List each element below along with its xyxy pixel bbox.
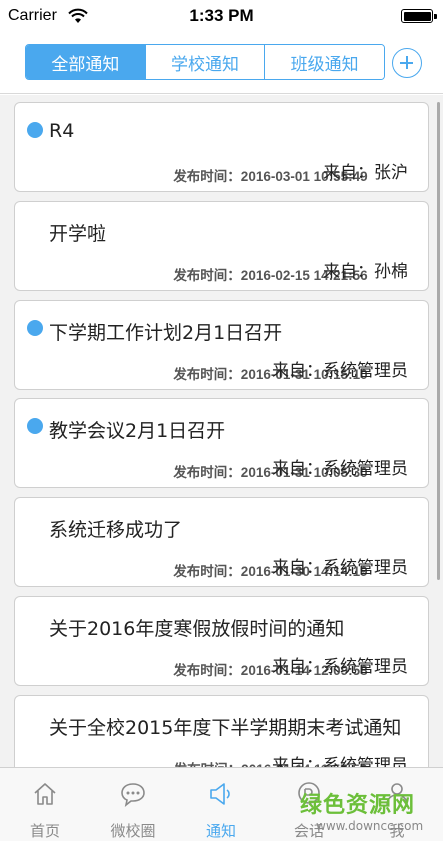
add-notice-button[interactable]: [392, 48, 422, 78]
notification-list[interactable]: R4 发布时间：2016-03-01 10:55:49 来自：张沪 开学啦 发布时间：2…: [0, 95, 443, 767]
scrollbar[interactable]: [437, 102, 440, 580]
tab-speaker[interactable]: 通知: [176, 768, 266, 841]
notification-title: 关于全校2015年度下半学期期末考试通知: [49, 717, 402, 739]
notification-sender: 来自：张沪: [323, 163, 408, 183]
tab-label: 通知: [205, 822, 236, 840]
notification-title: R4: [49, 120, 75, 142]
clock: 1:33 PM: [189, 6, 254, 25]
notification-title: 关于2016年度寒假放假时间的通知: [49, 618, 345, 640]
notification-card[interactable]: 系统迁移成功了 发布时间：2016-01-30 14:14:19 来自：系统管理员: [14, 497, 429, 587]
segment-tab-1[interactable]: 学校通知: [145, 45, 266, 79]
notification-card[interactable]: 下学期工作计划2月1日召开 发布时间：2016-01-31 10:15:10 来自：…: [14, 300, 429, 390]
notification-title: 系统迁移成功了: [49, 519, 183, 541]
status-bar: Carrier 1:33 PM: [0, 0, 443, 32]
notification-card[interactable]: 教学会议2月1日召开 发布时间：2016-01-31 10:05:30 来自：系统管…: [14, 398, 429, 488]
notification-title: 开学啦: [49, 223, 107, 245]
tab-chat-bubble[interactable]: 微校圈: [88, 768, 178, 841]
notification-sender: 来自：系统管理员: [272, 459, 408, 479]
battery-icon: [401, 9, 437, 23]
notification-card[interactable]: R4 发布时间：2016-03-01 10:55:49 来自：张沪: [14, 102, 429, 192]
notification-sender: 来自：系统管理员: [272, 361, 408, 381]
notification-sender: 来自：系统管理员: [272, 558, 408, 578]
watermark-url: www.downcc.com: [316, 819, 424, 833]
watermark: 绿色资源网 www.downcc.com: [300, 787, 440, 837]
tab-label: 首页: [29, 822, 60, 840]
notification-title: 下学期工作计划2月1日召开: [49, 322, 283, 344]
unread-dot-icon: [27, 320, 43, 336]
notice-filter-segmented-control: 全部通知 学校通知 班级通知: [25, 44, 385, 80]
tab-label: 微校圈: [110, 822, 156, 840]
notification-title: 教学会议2月1日召开: [49, 420, 226, 442]
speaker-icon: [207, 780, 235, 808]
notification-card[interactable]: 开学啦 发布时间：2016-02-15 14:21:56 来自：孙棉: [14, 201, 429, 291]
chat-bubble-icon: [119, 780, 147, 808]
notification-card[interactable]: 关于全校2015年度下半学期期末考试通知发布时间：2016-01-14 11:5…: [14, 695, 429, 767]
segment-tab-2[interactable]: 班级通知: [265, 45, 384, 79]
home-icon: [31, 780, 59, 808]
unread-dot-icon: [27, 418, 43, 434]
nav-bar: 全部通知 学校通知 班级通知: [0, 32, 443, 94]
notification-sender: 来自：孙棉: [323, 262, 408, 282]
notification-card[interactable]: 关于2016年度寒假放假时间的通知 发布时间：2016-01-14 12:09:5…: [14, 596, 429, 686]
tab-home[interactable]: 首页: [0, 768, 90, 841]
notification-sender: 来自：系统管理员: [272, 756, 408, 767]
unread-dot-icon: [27, 122, 43, 138]
notification-sender: 来自：系统管理员: [272, 657, 408, 677]
segment-tab-0[interactable]: 全部通知: [26, 45, 146, 79]
watermark-title: 绿色资源网: [300, 793, 416, 818]
